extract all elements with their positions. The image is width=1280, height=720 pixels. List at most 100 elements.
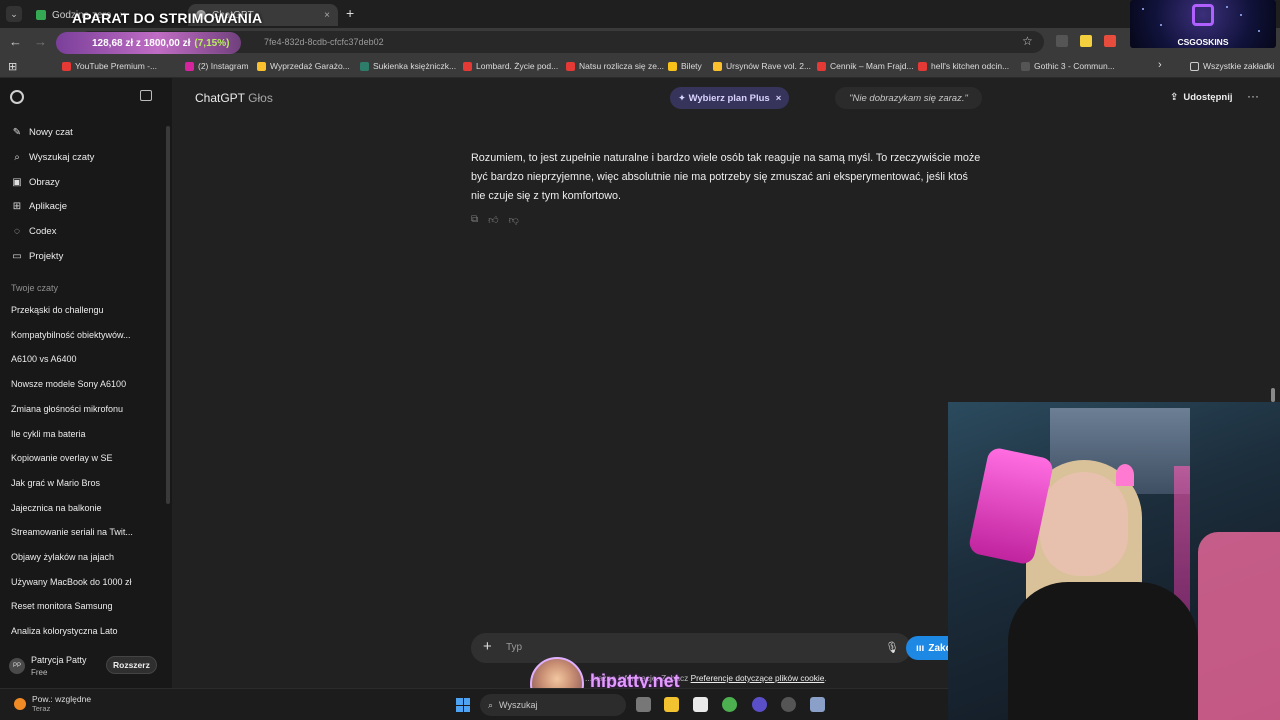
- thumbs-up-icon[interactable]: 👍︎: [488, 214, 498, 226]
- bookmark-favicon-icon: [463, 61, 472, 71]
- tab-search-icon[interactable]: ⌄: [6, 6, 22, 22]
- chats-section-title: Twoje czaty: [11, 283, 59, 293]
- sidebar-item-images[interactable]: ▣ Obrazy: [11, 174, 60, 190]
- all-bookmarks-folder[interactable]: Wszystkie zakładki: [1190, 61, 1274, 71]
- bookmark-favicon-icon: [713, 61, 722, 71]
- task-view-icon[interactable]: [636, 697, 651, 712]
- weather-widget[interactable]: Pow.: względne Teraz: [14, 694, 91, 713]
- sidebar-item-projects[interactable]: ▭ Projekty: [11, 248, 63, 264]
- share-button[interactable]: ⇪ Udostępnij: [1170, 92, 1232, 103]
- taskbar-search[interactable]: ⌕ Wyszukaj: [480, 694, 626, 716]
- sidebar-chat-item[interactable]: Analiza kolorystyczna Lato: [11, 626, 118, 636]
- chat-sidebar: ✎ Nowy czat ⌕ Wyszukaj czaty ▣ Obrazy ⊞ …: [0, 78, 172, 688]
- sidebar-item-apps[interactable]: ⊞ Aplikacje: [11, 198, 67, 214]
- cookie-preferences-link[interactable]: Preferencje dotyczące plików cookie: [691, 673, 825, 683]
- webcam-chair: [1198, 532, 1280, 720]
- folder-icon: [1190, 61, 1199, 71]
- extension-icon[interactable]: [1080, 35, 1092, 47]
- apps-grid-icon[interactable]: ⊞: [8, 60, 17, 73]
- stream-overlay-title: APARAT DO STRIMOWANIA: [72, 10, 263, 26]
- share-icon: ⇪: [1170, 92, 1179, 103]
- store-icon[interactable]: [693, 697, 708, 712]
- stream-sponsor-badge: CSGOSKINS: [1130, 0, 1276, 48]
- taskbar-search-label: Wyszukaj: [499, 700, 538, 710]
- microphone-icon[interactable]: 🎙︎: [885, 641, 899, 654]
- openai-logo-icon[interactable]: [10, 90, 24, 104]
- sidebar-item-search-chats[interactable]: ⌕ Wyszukaj czaty: [11, 149, 94, 165]
- webcam-feed: [948, 402, 1280, 720]
- bookmark-label: Wyprzedaż Garażo...: [270, 61, 350, 71]
- sidebar-chat-item[interactable]: Nowsze modele Sony A6100: [11, 379, 126, 389]
- bookmark-favicon-icon: [668, 61, 677, 71]
- close-icon[interactable]: ×: [776, 93, 782, 104]
- weather-line-2: Teraz: [32, 704, 51, 713]
- bookmark-label: Cennik – Mam Frajd...: [830, 61, 914, 71]
- bookmark-item[interactable]: Wyprzedaż Garażo...: [257, 61, 350, 71]
- donation-goal-text: 128,68 zł z 1800,00 zł: [92, 37, 191, 49]
- copy-icon[interactable]: ⧉: [471, 214, 478, 226]
- sidebar-scrollbar[interactable]: [166, 126, 170, 504]
- add-attachment-icon[interactable]: +: [483, 638, 492, 655]
- sidebar-chat-item[interactable]: Objawy żylaków na jajach: [11, 552, 114, 562]
- bookmark-favicon-icon: [566, 61, 575, 71]
- sidebar-chat-item[interactable]: A6100 vs A6400: [11, 354, 77, 364]
- bookmark-item[interactable]: Cennik – Mam Frajd...: [817, 61, 914, 71]
- sidebar-toggle-icon[interactable]: [140, 90, 152, 101]
- sidebar-item-label: Nowy czat: [29, 126, 73, 138]
- extension-icon[interactable]: [1056, 35, 1068, 47]
- bookmark-item[interactable]: Gothic 3 - Commun...: [1021, 61, 1115, 71]
- sidebar-chat-item[interactable]: Streamowanie seriali na Twit...: [11, 527, 133, 537]
- choose-plus-plan-button[interactable]: ✦ Wybierz plan Plus ×: [670, 87, 790, 109]
- more-options-icon[interactable]: ···: [1247, 89, 1259, 103]
- back-arrow-icon[interactable]: ←: [9, 34, 22, 49]
- sidebar-chat-item[interactable]: Zmiana głośności mikrofonu: [11, 404, 123, 414]
- sidebar-item-label: Obrazy: [29, 176, 60, 188]
- close-tab-icon[interactable]: ×: [324, 10, 330, 21]
- bookmark-star-icon[interactable]: ☆: [1022, 34, 1033, 48]
- page-title[interactable]: ChatGPT Głos: [195, 91, 273, 105]
- bookmark-item[interactable]: YouTube Premium -...: [62, 61, 157, 71]
- windows-start-icon[interactable]: [456, 698, 470, 712]
- sidebar-chat-item[interactable]: Ile cykli ma bateria: [11, 429, 86, 439]
- bookmark-item[interactable]: Sukienka księżniczk...: [360, 61, 456, 71]
- app-icon[interactable]: [752, 697, 767, 712]
- sidebar-chat-item[interactable]: Przekąski do challengu: [11, 305, 104, 315]
- main-scrollbar[interactable]: [1271, 388, 1275, 402]
- new-tab-button[interactable]: +: [346, 5, 354, 21]
- donation-goal-percent: (7,15%): [194, 37, 230, 49]
- mode-label: Głos: [248, 91, 273, 105]
- bookmark-item[interactable]: Natsu rozlicza się ze...: [566, 61, 664, 71]
- sidebar-chat-item[interactable]: Używany MacBook do 1000 zł: [11, 577, 132, 587]
- bookmark-item[interactable]: Lombard. Życie pod...: [463, 61, 558, 71]
- forward-arrow-icon[interactable]: →: [34, 34, 47, 49]
- upgrade-button[interactable]: Rozszerz: [106, 656, 157, 674]
- chrome-icon[interactable]: [722, 697, 737, 712]
- message-composer[interactable]: + Typ 🎙︎: [471, 633, 911, 663]
- avatar: PP: [9, 658, 25, 674]
- user-account[interactable]: PP Patrycja Patty Free Rozszerz: [0, 650, 172, 688]
- bookmark-item[interactable]: (2) Instagram: [185, 61, 249, 71]
- bookmark-item[interactable]: Ursynów Rave vol. 2...: [713, 61, 811, 71]
- plus-plan-label: ✦ Wybierz plan Plus: [678, 92, 770, 104]
- steam-icon[interactable]: [781, 697, 796, 712]
- bookmark-favicon-icon: [918, 61, 927, 71]
- settings-gear-icon[interactable]: [810, 697, 825, 712]
- bookmark-label: Lombard. Życie pod...: [476, 61, 559, 71]
- more-bookmarks-chevron-icon[interactable]: ›: [1158, 59, 1162, 71]
- bookmark-item[interactable]: hell's kitchen odcin...: [918, 61, 1009, 71]
- windows-taskbar: Pow.: względne Teraz ⌕ Wyszukaj: [0, 688, 948, 720]
- sidebar-chat-item[interactable]: Jajecznica na balkonie: [11, 503, 102, 513]
- file-explorer-icon[interactable]: [664, 697, 679, 712]
- apps-icon: ⊞: [12, 200, 22, 212]
- sidebar-item-codex[interactable]: ◌ Codex: [11, 223, 56, 239]
- extension-icon[interactable]: [1104, 35, 1116, 47]
- sidebar-chat-item[interactable]: Reset monitora Samsung: [11, 601, 113, 611]
- thumbs-down-icon[interactable]: 👎︎: [509, 214, 519, 226]
- sidebar-item-label: Aplikacje: [29, 200, 68, 212]
- bookmark-item[interactable]: Bilety: [668, 61, 702, 71]
- sidebar-chat-item[interactable]: Kopiowanie overlay w SE: [11, 453, 113, 463]
- sidebar-chat-item[interactable]: Jak grać w Mario Bros: [11, 478, 100, 488]
- composer-placeholder[interactable]: Typ: [506, 642, 522, 653]
- sidebar-chat-item[interactable]: Kompatybilność obiektywów...: [11, 330, 131, 340]
- sidebar-item-new-chat[interactable]: ✎ Nowy czat: [11, 124, 73, 140]
